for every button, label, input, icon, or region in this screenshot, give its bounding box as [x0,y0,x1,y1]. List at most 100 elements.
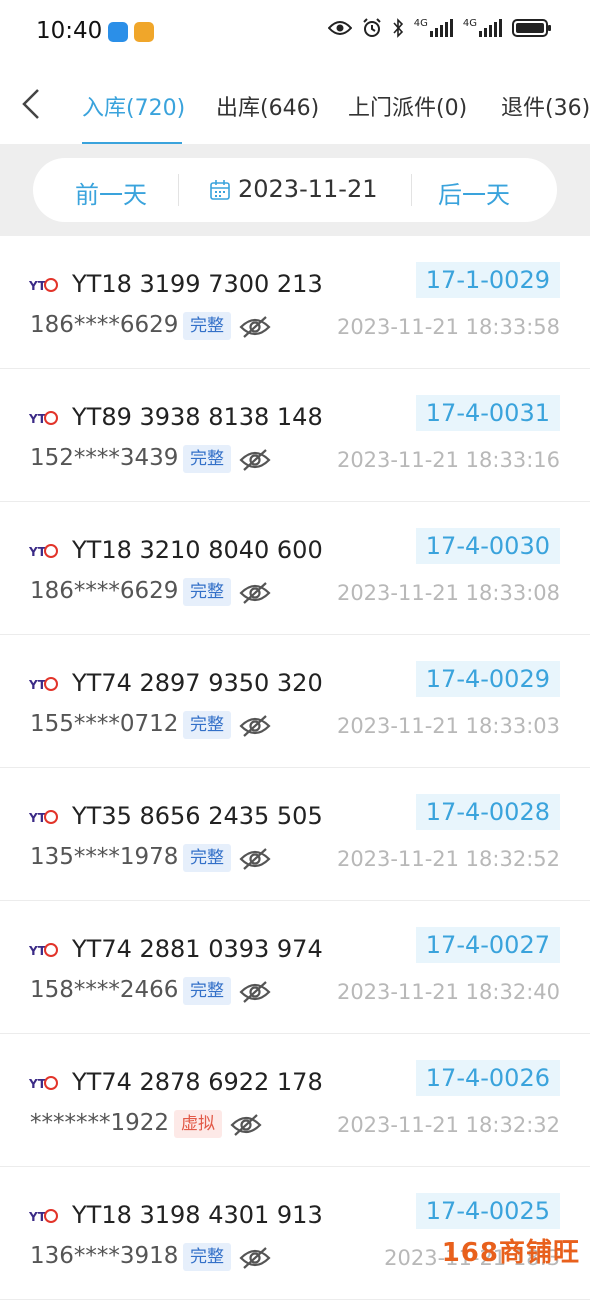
tab-returns[interactable]: 退件(36) [501,90,590,122]
status-time: 10:40 [36,18,103,44]
tracking-number: YT89 3938 8138 148 [72,403,323,431]
app-notification-icon [134,22,154,42]
date-selector: 前一天 2023-11-21 后一天 [33,158,557,222]
carrier-logo-icon: YT [28,409,59,427]
carrier-logo-icon: YT [28,941,59,959]
svg-text:YT: YT [29,944,47,958]
shelf-code: 17-4-0028 [415,794,560,830]
recipient-phone: 186****6629 [30,312,179,338]
eye-off-icon[interactable] [239,714,271,742]
eye-off-icon[interactable] [239,980,271,1008]
bluetooth-icon [393,18,403,38]
recipient-phone: 158****2466 [30,977,179,1003]
carrier-logo-icon: YT [28,1207,59,1225]
recipient-phone: 152****3439 [30,445,179,471]
parcel-row[interactable]: YT YT74 2881 0393 974 17-4-0027 158****2466… [0,901,590,1034]
status-badge: 完整 [183,1243,231,1271]
carrier-logo-icon: YT [28,808,59,826]
tracking-number: YT18 3210 8040 600 [72,536,323,564]
shelf-code: 17-4-0026 [415,1060,560,1096]
status-badge: 完整 [183,844,231,872]
current-date[interactable]: 2023-11-21 [238,175,377,203]
tab-door-delivery[interactable]: 上门派件(0) [348,90,467,122]
app-notification-icon [108,22,128,42]
recipient-phone: 135****1978 [30,844,179,870]
parcel-list: YT YT18 3199 7300 213 17-1-0029 186****6629… [0,236,590,1300]
shelf-code: 17-4-0025 [415,1193,560,1229]
inbound-time: 2023-11-21 18:33:08 [336,581,560,605]
signal-icon-1: 4G [414,19,453,37]
svg-text:YT: YT [29,279,47,293]
tab-outbound[interactable]: 出库(646) [216,90,319,122]
shelf-code: 17-4-0029 [415,661,560,697]
divider [178,174,179,206]
recipient-phone: *******1922 [30,1110,170,1136]
shelf-code: 17-4-0030 [415,528,560,564]
inbound-time: 2023-11-21 18:33:16 [336,448,560,472]
recipient-phone: 136****3918 [30,1243,179,1269]
alarm-icon [363,18,381,37]
recipient-phone: 155****0712 [30,711,179,737]
parcel-row[interactable]: YT YT74 2878 6922 178 17-4-0026 *******1922… [0,1034,590,1167]
carrier-logo-icon: YT [28,542,59,560]
eye-off-icon[interactable] [239,847,271,875]
shelf-code: 17-1-0029 [415,262,560,298]
eye-off-icon[interactable] [230,1113,262,1141]
next-day-button[interactable]: 后一天 [438,175,510,210]
svg-text:YT: YT [29,678,47,692]
tracking-number: YT74 2881 0393 974 [72,935,323,963]
eye-off-icon[interactable] [239,1246,271,1274]
inbound-time: 2023-11-21 18:32:52 [336,847,560,871]
svg-text:YT: YT [29,1077,47,1091]
tab-bar: 入库(720) 出库(646) 上门派件(0) 退件(36) [0,64,590,144]
carrier-logo-icon: YT [28,276,59,294]
eye-status-icon [327,21,352,35]
prev-day-button[interactable]: 前一天 [75,175,147,210]
svg-text:YT: YT [29,545,47,559]
status-icons: 4G 4G [327,18,552,38]
battery-icon [512,19,551,37]
shelf-code: 17-4-0031 [415,395,560,431]
status-badge: 完整 [183,445,231,473]
carrier-logo-icon: YT [28,675,59,693]
eye-off-icon[interactable] [239,315,271,343]
tracking-number: YT18 3199 7300 213 [72,270,323,298]
eye-off-icon[interactable] [239,581,271,609]
network-type-2: 4G [462,18,477,29]
status-badge: 完整 [183,977,231,1005]
parcel-row[interactable]: YT YT74 2897 9350 320 17-4-0029 155****0712… [0,635,590,768]
notification-icons [108,22,154,42]
divider [411,174,412,206]
inbound-time: 2023-11-21 18:32:40 [336,980,560,1004]
watermark: 168商铺旺 [441,1238,580,1268]
status-badge: 完整 [183,312,231,340]
svg-text:YT: YT [29,1210,47,1224]
status-badge: 完整 [183,711,231,739]
parcel-row[interactable]: YT YT18 3210 8040 600 17-4-0030 186****6629… [0,502,590,635]
tab-inbound[interactable]: 入库(720) [82,90,185,122]
svg-text:YT: YT [29,412,47,426]
status-badge: 完整 [183,578,231,606]
inbound-time: 2023-11-21 18:33:58 [336,315,560,339]
status-badge: 虚拟 [174,1110,222,1138]
inbound-time: 2023-11-21 18:33:03 [336,714,560,738]
parcel-row[interactable]: YT YT89 3938 8138 148 17-4-0031 152****3439… [0,369,590,502]
inbound-time: 2023-11-21 18:32:32 [336,1113,560,1137]
status-bar: 10:40 4G 4G [0,0,590,64]
parcel-row[interactable]: YT YT35 8656 2435 505 17-4-0028 135****1978… [0,768,590,901]
carrier-logo-icon: YT [28,1074,59,1092]
tracking-number: YT35 8656 2435 505 [72,802,323,830]
calendar-icon[interactable] [209,179,231,201]
network-type-1: 4G [413,18,428,29]
back-icon[interactable] [14,84,50,124]
date-bar: 前一天 2023-11-21 后一天 [0,144,590,236]
eye-off-icon[interactable] [239,448,271,476]
tracking-number: YT74 2897 9350 320 [72,669,323,697]
shelf-code: 17-4-0027 [415,927,560,963]
recipient-phone: 186****6629 [30,578,179,604]
parcel-row[interactable]: YT YT18 3199 7300 213 17-1-0029 186****6629… [0,236,590,369]
signal-icon-2: 4G [463,19,502,37]
tracking-number: YT74 2878 6922 178 [72,1068,323,1096]
tracking-number: YT18 3198 4301 913 [72,1201,323,1229]
svg-text:YT: YT [29,811,47,825]
